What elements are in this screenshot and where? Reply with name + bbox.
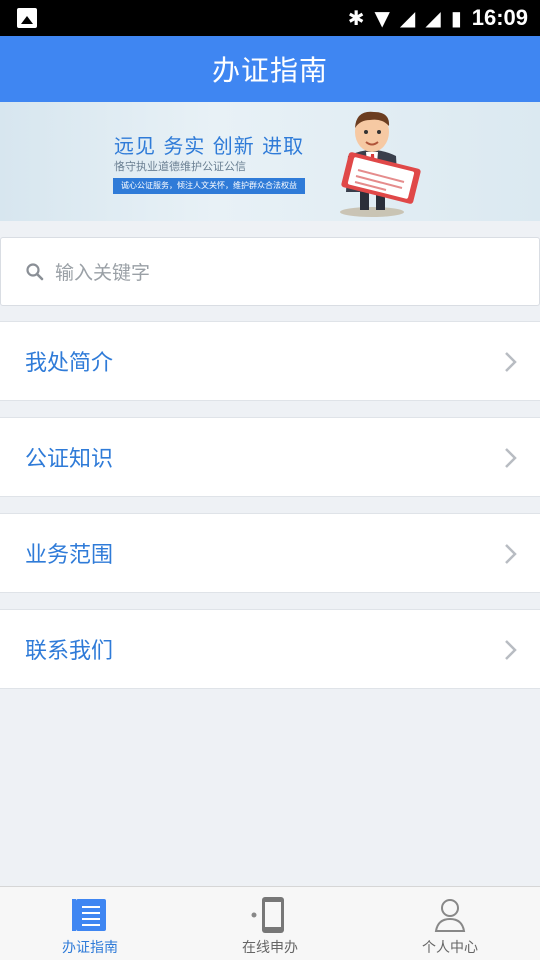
tab-label: 在线申办 <box>242 940 298 956</box>
tab-label: 个人中心 <box>422 940 478 956</box>
search-icon <box>26 262 44 280</box>
wifi-icon: ▼ <box>374 6 390 30</box>
menu-item-contact[interactable]: 联系我们 <box>0 609 540 689</box>
battery-charging-icon: ▮ <box>450 6 462 30</box>
search-input[interactable]: 输入关键字 <box>0 237 540 306</box>
phone-icon <box>251 897 284 933</box>
banner[interactable]: 远见 务实 创新 进取 恪守执业道德维护公证公信 诚心公证服务，倾注人文关怀，维… <box>0 102 540 221</box>
banner-headline: 远见 务实 创新 进取 <box>114 134 305 158</box>
tab-label: 办证指南 <box>62 940 118 956</box>
chevron-right-icon <box>505 640 517 660</box>
user-icon <box>434 899 466 932</box>
menu-item-label: 联系我们 <box>25 639 114 664</box>
mascot-illustration <box>340 111 421 217</box>
image-notification-icon <box>17 8 37 28</box>
tab-online-apply[interactable]: 在线申办 <box>180 887 360 960</box>
menu-item-knowledge[interactable]: 公证知识 <box>0 417 540 497</box>
bottom-nav: 办证指南 在线申办 个人中心 <box>0 886 540 960</box>
banner-subline: 恪守执业道德维护公证公信 <box>114 160 246 173</box>
status-time: 16:09 <box>471 5 528 30</box>
menu-item-intro[interactable]: 我处简介 <box>0 321 540 401</box>
chevron-right-icon <box>505 352 517 372</box>
menu-item-business-scope[interactable]: 业务范围 <box>0 513 540 593</box>
menu-item-label: 我处简介 <box>25 351 114 376</box>
chevron-right-icon <box>505 544 517 564</box>
signal-icon: ◢ <box>399 6 416 30</box>
status-bar: ✱ ▼ ◢ ◢ ▮ 16:09 <box>0 0 540 36</box>
menu-item-label: 公证知识 <box>25 447 114 472</box>
chevron-right-icon <box>505 448 517 468</box>
guide-list-icon <box>72 899 106 931</box>
page-title: 办证指南 <box>211 54 328 87</box>
no-signal-icon: ◢ <box>425 6 441 30</box>
banner-tagline: 诚心公证服务，倾注人文关怀，维护群众合法权益 <box>113 178 305 194</box>
status-icons: ✱ ▼ ◢ ◢ ▮ 16:09 <box>348 4 528 32</box>
bluetooth-icon: ✱ <box>347 6 365 30</box>
search-placeholder: 输入关键字 <box>55 262 151 284</box>
tab-guide[interactable]: 办证指南 <box>0 887 180 960</box>
menu-item-label: 业务范围 <box>25 543 114 568</box>
app-header: 办证指南 <box>0 36 540 102</box>
tab-personal-center[interactable]: 个人中心 <box>360 887 540 960</box>
